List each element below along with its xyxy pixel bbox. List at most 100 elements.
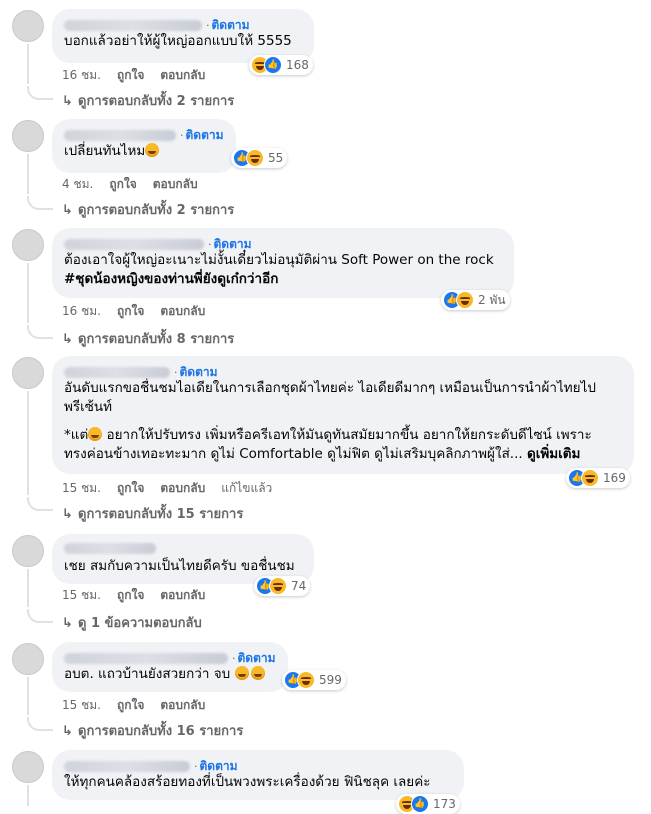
thread-line (27, 44, 29, 84)
reply-button[interactable]: ตอบกลับ (160, 586, 205, 605)
haha-icon (456, 291, 474, 309)
thread-line (27, 569, 29, 607)
view-replies-link[interactable]: ↳ ดูการตอบกลับทั้ง 2 รายการ (62, 199, 234, 220)
view-replies-link[interactable]: ↳ ดูการตอบกลับทั้ง 2 รายการ (62, 90, 234, 111)
author-name-redacted[interactable] (64, 239, 204, 250)
comment-text-segment: ทรงค่อนข้างเทอะทะมาก ดูไม่ Comfortable ด… (64, 446, 527, 462)
view-replies-label: ดูการตอบกลับทั้ง 8 รายการ (78, 332, 235, 347)
follow-button[interactable]: ติดตาม (212, 18, 250, 32)
view-replies-label: ดู 1 ข้อความตอบกลับ (78, 616, 202, 631)
comment-time[interactable]: 15 ชม. (62, 586, 101, 605)
reply-button[interactable]: ตอบกลับ (160, 479, 205, 498)
smirk-emoji-icon (88, 427, 103, 441)
avatar[interactable] (12, 120, 44, 152)
author-row: · ติดตาม (64, 363, 622, 379)
comment-text-body: อบต. แถวบ้านยังสวยกว่า จบ (64, 666, 231, 682)
comment-time[interactable]: 4 ชม. (62, 175, 93, 194)
comment-text: เปลี่ยนทันไหม (64, 142, 224, 161)
reply-button[interactable]: ตอบกลับ (160, 66, 205, 85)
haha-icon (581, 469, 599, 487)
author-name-redacted[interactable] (64, 130, 176, 141)
avatar[interactable] (12, 10, 44, 42)
reply-button[interactable]: ตอบกลับ (153, 175, 198, 194)
author-name-redacted[interactable] (64, 20, 202, 31)
thread-line (27, 785, 29, 806)
see-more-link[interactable]: ดูเพิ่มเติม (527, 446, 580, 462)
avatar[interactable] (12, 535, 44, 567)
reply-arrow-icon: ↳ (62, 616, 73, 631)
reaction-summary[interactable]: 👍 2 พัน (441, 290, 510, 310)
author-row: · ติดตาม (64, 757, 452, 773)
author-row: · ติดตาม (64, 126, 224, 142)
reaction-count: 169 (603, 471, 626, 485)
reply-arrow-icon: ↳ (62, 203, 73, 218)
follow-button[interactable]: ติดตาม (214, 237, 252, 251)
reaction-summary[interactable]: 👍 55 (231, 148, 288, 168)
reaction-summary[interactable]: 👍 173 (396, 794, 460, 814)
thread-connector (27, 497, 53, 511)
author-row: · ติดตาม (64, 16, 302, 32)
follow-button[interactable]: ติดตาม (238, 651, 276, 665)
follow-button[interactable]: ติดตาม (200, 759, 238, 773)
avatar[interactable] (12, 751, 44, 783)
comment-actions: 4 ชม. ถูกใจ ตอบกลับ (62, 175, 214, 194)
view-replies-link[interactable]: ↳ ดู 1 ข้อความตอบกลับ (62, 612, 202, 633)
follow-button[interactable]: ติดตาม (180, 365, 218, 379)
comment-time[interactable]: 15 ชม. (62, 696, 101, 715)
comment-text: เชย สมกับความเป็นไทยดีครับ ขอชื่นชม (64, 558, 295, 574)
reply-arrow-icon: ↳ (62, 724, 73, 739)
view-replies-label: ดูการตอบกลับทั้ง 2 รายการ (78, 94, 235, 109)
reaction-summary[interactable]: 👍 74 (254, 576, 311, 596)
author-name-redacted[interactable] (64, 653, 228, 664)
comment-text-segment: อยากให้ปรับทรง เพิ่มหรือครีเอทให้มันดูทั… (102, 427, 592, 443)
reply-button[interactable]: ตอบกลับ (160, 302, 205, 321)
comment-bubble: · ติดตาม อันดับแรกขอชื่นชมไอเดียในการเลือ… (52, 356, 634, 474)
author-name-redacted[interactable] (64, 367, 170, 378)
comment-bubble: · ติดตาม ให้ทุกคนคล้องสร้อยทองที่เป็นพวงพ… (52, 750, 464, 800)
reply-button[interactable]: ตอบกลับ (160, 696, 205, 715)
comment-time[interactable]: 16 ชม. (62, 66, 101, 85)
follow-button[interactable]: ติดตาม (186, 128, 224, 142)
separator-dot: · (194, 760, 198, 773)
view-replies-label: ดูการตอบกลับทั้ง 16 รายการ (78, 724, 244, 739)
hashtag-link[interactable]: #ชุดน้องหญิงของท่านพี่ยังดูเก๋กว่าอีก (64, 270, 502, 289)
comment-time[interactable]: 16 ชม. (62, 302, 101, 321)
reaction-summary[interactable]: 👍 169 (566, 468, 630, 488)
view-replies-link[interactable]: ↳ ดูการตอบกลับทั้ง 16 รายการ (62, 720, 243, 741)
avatar[interactable] (12, 357, 44, 389)
thread-line (27, 154, 29, 194)
like-button[interactable]: ถูกใจ (117, 696, 144, 715)
avatar[interactable] (12, 229, 44, 261)
author-row (64, 541, 302, 557)
haha-icon (269, 577, 287, 595)
author-name-redacted[interactable] (64, 761, 190, 772)
separator-dot: · (206, 19, 210, 32)
haha-icon (246, 149, 264, 167)
author-row: · ติดตาม (64, 235, 502, 251)
grin-emoji-icon (234, 666, 249, 680)
author-row: · ติดตาม (64, 649, 276, 665)
comment-bubble: · ติดตาม เปลี่ยนทันไหม (52, 119, 236, 173)
view-replies-link[interactable]: ↳ ดูการตอบกลับทั้ง 15 รายการ (62, 503, 243, 524)
comment-actions: 16 ชม. ถูกใจ ตอบกลับ (62, 302, 221, 321)
thread-connector (27, 609, 53, 623)
like-button[interactable]: ถูกใจ (109, 175, 136, 194)
like-button[interactable]: ถูกใจ (117, 586, 144, 605)
comment-text: ต้องเอาใจผู้ใหญ่อะเนาะไม่งั้นเดี๋ยวไม่อน… (64, 252, 494, 268)
like-button[interactable]: ถูกใจ (117, 302, 144, 321)
comment-actions: 15 ชม. ถูกใจ ตอบกลับ (62, 696, 221, 715)
like-button[interactable]: ถูกใจ (117, 66, 144, 85)
reaction-summary[interactable]: 👍 168 (249, 55, 313, 75)
like-button[interactable]: ถูกใจ (117, 479, 144, 498)
avatar[interactable] (12, 643, 44, 675)
thread-line (27, 677, 29, 715)
reaction-summary[interactable]: 👍 599 (282, 670, 346, 690)
view-replies-link[interactable]: ↳ ดูการตอบกลับทั้ง 8 รายการ (62, 328, 234, 349)
haha-icon (297, 671, 315, 689)
author-name-redacted[interactable] (64, 543, 156, 554)
comment-time[interactable]: 15 ชม. (62, 479, 101, 498)
reply-arrow-icon: ↳ (62, 507, 73, 522)
reaction-count: 168 (286, 58, 309, 72)
reaction-count: 599 (319, 673, 342, 687)
separator-dot: · (232, 652, 236, 665)
